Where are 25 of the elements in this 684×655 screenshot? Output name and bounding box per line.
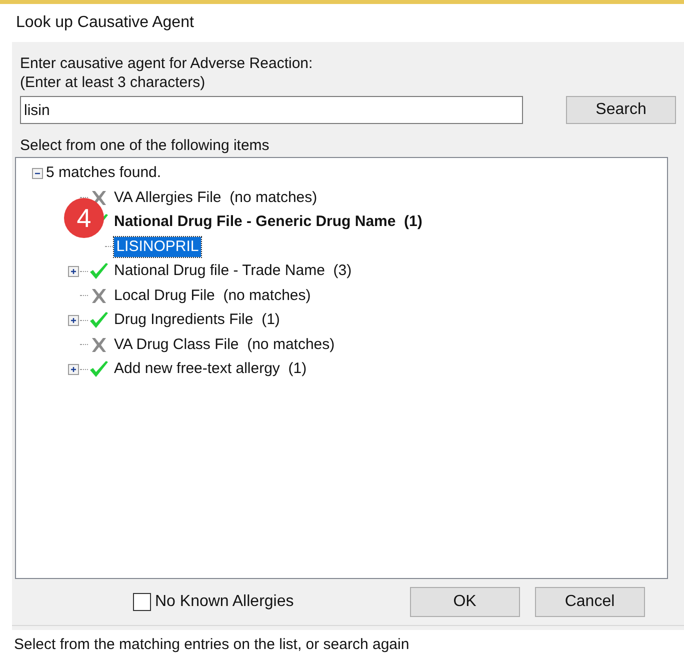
tree-item[interactable]: VA Allergies File (no matches) [112, 188, 320, 208]
tree-item[interactable]: VA Drug Class File (no matches) [112, 334, 337, 355]
checkbox[interactable] [133, 593, 151, 611]
expand-icon[interactable] [68, 314, 78, 326]
tree-item[interactable]: 5 matches found. [44, 163, 164, 184]
search-button[interactable]: Search [566, 96, 676, 124]
step-badge: 4 [64, 198, 104, 238]
list-label: Select from one of the following items [20, 137, 270, 155]
status-text: Select from the matching entries on the list, or search again [14, 636, 410, 653]
expand-icon[interactable] [68, 364, 78, 375]
checkbox-label[interactable]: No Known Allergies [155, 590, 294, 614]
collapse-icon[interactable] [32, 168, 42, 179]
tree-item[interactable]: LISINOPRIL [114, 236, 201, 257]
tree-item[interactable]: Local Drug File (no matches) [112, 286, 313, 306]
tree-item[interactable]: Drug Ingredients File (1) [112, 310, 282, 330]
ok-button[interactable]: OK [410, 587, 520, 617]
tree-item[interactable]: National Drug file - Trade Name (3) [112, 261, 354, 282]
prompt-text: (Enter at least 3 characters) [20, 73, 206, 92]
expand-icon[interactable] [68, 266, 78, 277]
prompt-text: Enter causative agent for Adverse Reaction: [20, 54, 314, 73]
tree-item[interactable]: Add new free-text allergy (1) [112, 359, 309, 380]
window-title: Look up Causative Agent [16, 13, 194, 33]
tree-item[interactable]: National Drug File - Generic Drug Name (1) [112, 212, 424, 232]
cancel-button[interactable]: Cancel [534, 587, 645, 617]
search-field[interactable]: lisin [20, 96, 523, 124]
